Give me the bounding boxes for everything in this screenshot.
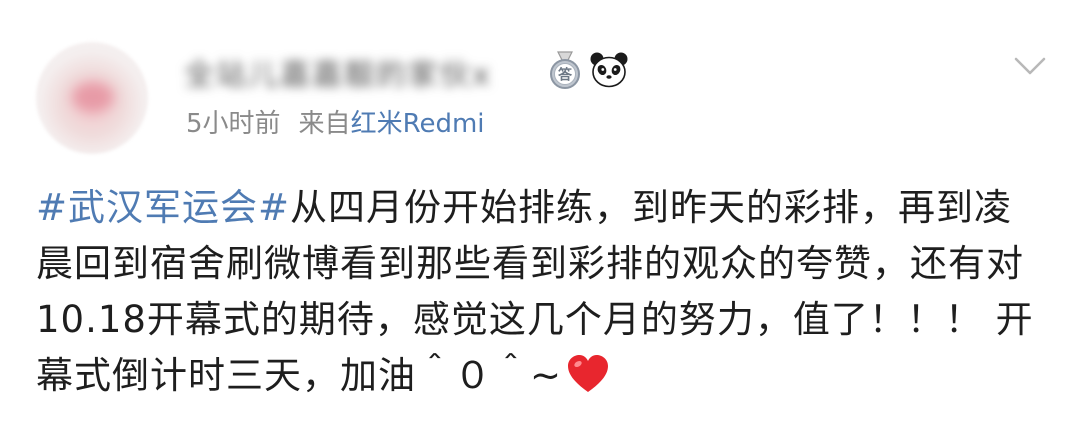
panda-icon[interactable]: [589, 50, 629, 90]
chevron-down-icon[interactable]: [1010, 46, 1050, 86]
answer-medal-icon[interactable]: 答: [545, 50, 585, 90]
post-time: 5小时前: [186, 109, 281, 139]
username[interactable]: 全站儿嘉嘉靓的家伙x: [184, 56, 492, 96]
answer-badge-char: 答: [558, 67, 573, 84]
weibo-post: 全站儿嘉嘉靓的家伙x 答 5小时前 来自红米Redmi #武汉军运会#从四月份开始…: [0, 0, 1080, 424]
red-heart-icon: [568, 355, 609, 392]
source-prefix: 来自: [298, 109, 351, 139]
post-meta: 5小时前 来自红米Redmi: [186, 106, 485, 142]
post-content: #武汉军运会#从四月份开始排练，到昨天的彩排，再到凌晨回到宿舍刷微博看到那些看到…: [36, 180, 1036, 404]
avatar[interactable]: [36, 42, 148, 154]
source-device-link[interactable]: 红米Redmi: [351, 109, 485, 139]
avatar-blur: [72, 82, 114, 112]
hashtag-link[interactable]: #武汉军运会#: [36, 186, 290, 229]
